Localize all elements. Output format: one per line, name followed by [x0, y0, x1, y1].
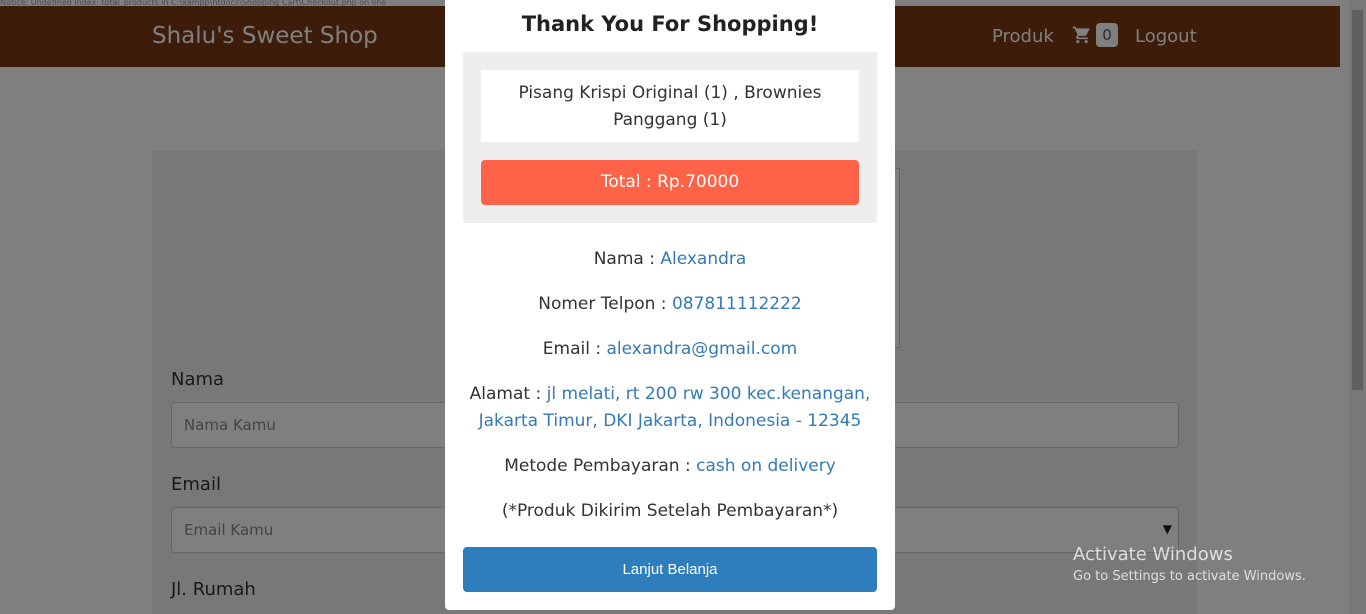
- delivery-note: (*Produk Dikirim Setelah Pembayaran*): [501, 501, 839, 521]
- info-telp-value: 087811112222: [671, 294, 802, 314]
- info-alamat: Alamat : jl melati, rt 200 rw 300 kec.ke…: [445, 381, 895, 435]
- info-metode: Metode Pembayaran : cash on delivery: [445, 453, 895, 480]
- watermark-title: Activate Windows: [1073, 544, 1233, 565]
- info-telp-label: Nomer Telpon :: [538, 294, 667, 314]
- info-nama-value: Alexandra: [660, 249, 747, 269]
- watermark-subtitle: Go to Settings to activate Windows.: [1073, 569, 1306, 584]
- order-summary-box: Pisang Krispi Original (1) , Brownies Pa…: [463, 52, 877, 223]
- info-alamat-label: Alamat :: [469, 384, 542, 404]
- info-metode-value: cash on delivery: [696, 456, 836, 476]
- info-nama-label: Nama :: [593, 249, 655, 269]
- order-items: Pisang Krispi Original (1) , Brownies Pa…: [481, 70, 859, 142]
- info-email-label: Email :: [542, 339, 602, 359]
- order-total: Total : Rp.70000: [481, 160, 859, 205]
- continue-shopping-button[interactable]: Lanjut Belanja: [463, 547, 877, 592]
- info-email: Email : alexandra@gmail.com: [445, 336, 895, 363]
- thank-you-modal: Thank You For Shopping! Pisang Krispi Or…: [445, 0, 895, 610]
- info-metode-label: Metode Pembayaran :: [504, 456, 691, 476]
- activate-windows-watermark: Activate Windows Go to Settings to activ…: [1073, 544, 1306, 584]
- info-telp: Nomer Telpon : 087811112222: [445, 291, 895, 318]
- info-nama: Nama : Alexandra: [445, 246, 895, 273]
- info-email-value: alexandra@gmail.com: [606, 339, 798, 359]
- modal-title: Thank You For Shopping!: [521, 12, 819, 36]
